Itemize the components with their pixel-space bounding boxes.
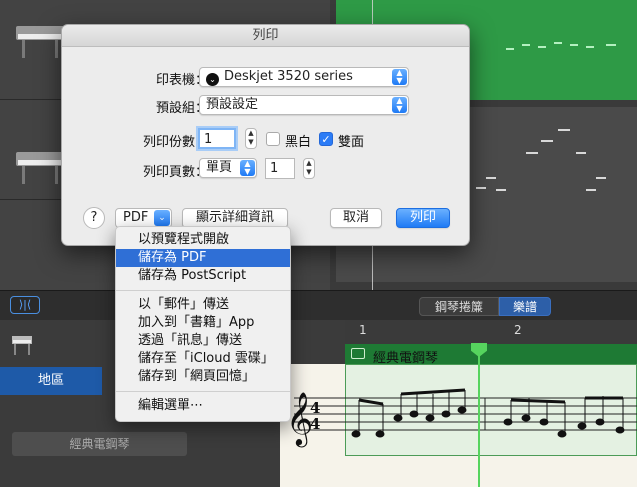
chevron-down-icon: ⌄ bbox=[154, 210, 170, 226]
playhead[interactable] bbox=[478, 344, 480, 487]
duplex-checkbox[interactable]: ✓ bbox=[319, 132, 333, 146]
electric-piano-icon bbox=[16, 26, 64, 58]
copies-field[interactable]: 1 bbox=[198, 128, 236, 149]
dialog-title: 列印 bbox=[62, 25, 469, 47]
bar-ruler[interactable]: 1 2 bbox=[345, 320, 637, 344]
tab-piano-roll[interactable]: 鋼琴捲簾 bbox=[419, 297, 499, 316]
tab-region[interactable]: 地區 bbox=[0, 367, 102, 395]
pages-count-field[interactable]: 1 bbox=[265, 158, 295, 179]
midi-note bbox=[526, 152, 538, 154]
midi-note bbox=[558, 129, 570, 131]
copies-label: 列印份數： bbox=[142, 135, 208, 150]
chevron-updown-icon: ▲ ▼ bbox=[392, 97, 407, 113]
menu-item-send-mail[interactable]: 以「郵件」傳送 bbox=[116, 296, 290, 314]
midi-note bbox=[570, 44, 578, 46]
pages-select[interactable]: 單頁 ▲ ▼ bbox=[199, 158, 257, 178]
menu-item-save-icloud[interactable]: 儲存至「iCloud 雲碟」 bbox=[116, 350, 290, 368]
midi-note bbox=[554, 42, 562, 44]
preset-value: 預設設定 bbox=[206, 97, 259, 112]
midi-note bbox=[506, 48, 514, 50]
catch-playhead-button[interactable]: ⟩|⟨ bbox=[10, 296, 40, 314]
show-details-button[interactable]: 顯示詳細資訊 bbox=[182, 208, 288, 228]
tab-score[interactable]: 樂譜 bbox=[499, 297, 551, 316]
pages-stepper[interactable]: ▲ ▼ bbox=[303, 158, 315, 179]
midi-note bbox=[596, 177, 606, 179]
midi-note bbox=[576, 152, 586, 154]
pdf-label: PDF bbox=[123, 210, 149, 225]
midi-note bbox=[541, 140, 553, 142]
menu-separator bbox=[116, 391, 290, 392]
bw-label: 黑白 bbox=[285, 135, 312, 150]
pages-label: 列印頁數： bbox=[142, 165, 208, 180]
score-region-header[interactable]: 經典電鋼琴 bbox=[345, 344, 637, 366]
ruler-mark: 2 bbox=[514, 323, 522, 337]
midi-note bbox=[476, 187, 486, 189]
menu-item-add-books[interactable]: 加入到「書籍」App bbox=[116, 314, 290, 332]
printer-status-icon: ⌄ bbox=[206, 73, 219, 86]
bw-checkbox[interactable] bbox=[266, 132, 280, 146]
pdf-menu-button[interactable]: PDF ⌄ bbox=[115, 208, 172, 228]
menu-item-save-web-receipts[interactable]: 儲存到「網頁回憶」 bbox=[116, 368, 290, 386]
menu-item-save-postscript[interactable]: 儲存為 PostScript bbox=[116, 267, 290, 285]
copies-stepper[interactable]: ▲ ▼ bbox=[245, 128, 257, 149]
region-icon bbox=[351, 348, 365, 359]
score-staff: 𝄞 4 4 bbox=[286, 388, 637, 447]
duplex-label: 雙面 bbox=[338, 135, 365, 150]
preset-select[interactable]: 預設設定 ▲ ▼ bbox=[199, 95, 409, 115]
electric-piano-icon bbox=[16, 152, 64, 184]
midi-note bbox=[496, 189, 506, 191]
midi-note bbox=[586, 46, 594, 48]
help-button[interactable]: ? bbox=[83, 207, 105, 229]
track-instrument-icon bbox=[12, 336, 32, 355]
chevron-updown-icon: ▲ ▼ bbox=[392, 69, 407, 85]
menu-separator bbox=[116, 290, 290, 291]
midi-note bbox=[486, 177, 496, 179]
printer-value: Deskjet 3520 series bbox=[224, 69, 353, 84]
pages-value: 單頁 bbox=[206, 160, 233, 175]
pdf-dropdown-menu: 以預覽程式開啟 儲存為 PDF 儲存為 PostScript 以「郵件」傳送 加… bbox=[115, 226, 291, 422]
menu-item-send-messages[interactable]: 透過「訊息」傳送 bbox=[116, 332, 290, 350]
midi-note bbox=[538, 46, 546, 48]
chevron-updown-icon: ▲ ▼ bbox=[240, 160, 255, 176]
ruler-mark: 1 bbox=[359, 323, 367, 337]
print-button[interactable]: 列印 bbox=[396, 208, 450, 228]
region-name-field[interactable]: 經典電鋼琴 bbox=[12, 432, 187, 456]
printer-label: 印表機： bbox=[155, 73, 208, 88]
cancel-button[interactable]: 取消 bbox=[330, 208, 382, 228]
print-dialog: 列印 印表機： ⌄ Deskjet 3520 series ▲ ▼ 預設組： 預設設… bbox=[61, 24, 470, 246]
menu-item-save-pdf[interactable]: 儲存為 PDF bbox=[116, 249, 290, 267]
printer-select[interactable]: ⌄ Deskjet 3520 series ▲ ▼ bbox=[199, 67, 409, 87]
svg-text:4: 4 bbox=[310, 415, 320, 433]
preset-label: 預設組： bbox=[155, 101, 208, 116]
menu-item-edit-menu[interactable]: 編輯選單⋯ bbox=[116, 397, 290, 415]
midi-note bbox=[522, 44, 530, 46]
midi-note bbox=[606, 44, 616, 46]
menu-item-open-preview[interactable]: 以預覽程式開啟 bbox=[116, 231, 290, 249]
midi-note bbox=[586, 189, 596, 191]
